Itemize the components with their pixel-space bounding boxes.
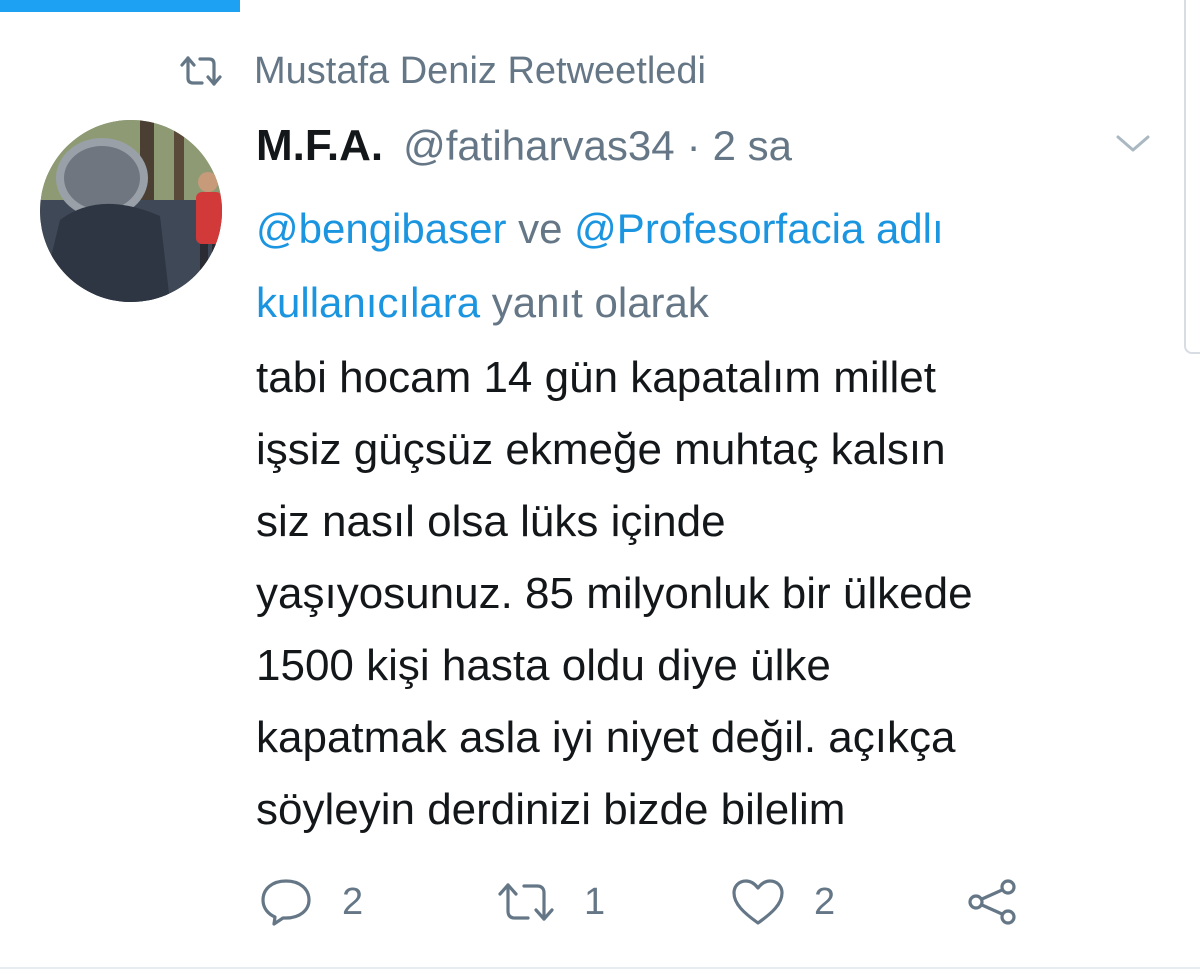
- retweet-icon: [178, 54, 224, 88]
- reply-tail: yanıt olarak: [491, 279, 709, 326]
- tweet-text-line: tabi hocam 14 gün kapatalım millet: [256, 353, 936, 402]
- retweet-button[interactable]: 1: [496, 872, 605, 932]
- tweet-text-line: 1500 kişi hasta oldu diye ülke: [256, 641, 831, 690]
- reply-button[interactable]: 2: [258, 872, 363, 932]
- like-button[interactable]: 2: [730, 872, 835, 932]
- tweet-text-line: işsiz güçsüz ekmeğe muhtaç kalsın: [256, 425, 946, 474]
- tweet-text-line: kapatmak asla iyi niyet değil. açıkça: [256, 713, 956, 762]
- share-icon: [964, 877, 1020, 927]
- divider: [0, 967, 1200, 969]
- author-handle[interactable]: @fatiharvas34: [403, 122, 674, 170]
- retweet-count: 1: [584, 880, 606, 923]
- tweet-header: M.F.A. @fatiharvas34 · 2 sa: [256, 118, 792, 174]
- header-separator: ·: [686, 122, 701, 169]
- reply-icon: [258, 877, 314, 927]
- tweet-text-line: yaşıyosunuz. 85 milyonluk bir ülkede: [256, 569, 973, 618]
- retweet-action-icon: [496, 880, 556, 924]
- share-button[interactable]: [964, 872, 1020, 932]
- mention-link[interactable]: @bengibaser: [256, 205, 506, 252]
- reply-joiner: ve: [518, 205, 563, 252]
- avatar[interactable]: [40, 120, 222, 302]
- tweet-text: tabi hocam 14 gün kapatalım millet işsiz…: [256, 342, 1176, 846]
- reply-context: @bengibaser ve @Profesorfacia adlı kulla…: [256, 192, 1156, 340]
- tweet-text-line: söyleyin derdinizi bizde bilelim: [256, 785, 846, 834]
- heart-icon: [730, 877, 786, 927]
- tweet-text-line: siz nasıl olsa lüks içinde: [256, 497, 726, 546]
- tweet-timestamp[interactable]: 2 sa: [713, 122, 792, 170]
- retweet-context: Mustafa Deniz Retweetledi: [178, 46, 706, 96]
- mention-link[interactable]: @Profesorfacia: [574, 205, 864, 252]
- author-name[interactable]: M.F.A.: [256, 121, 383, 171]
- tweet-actions: 2 1 2: [258, 872, 1038, 932]
- retweeted-by-text[interactable]: Mustafa Deniz Retweetledi: [254, 50, 706, 93]
- loading-progress-bar: [0, 0, 240, 12]
- scrollbar[interactable]: [1184, 0, 1200, 354]
- reply-count: 2: [342, 880, 364, 923]
- like-count: 2: [814, 880, 836, 923]
- chevron-down-icon[interactable]: [1112, 128, 1154, 158]
- tweet-screen: Mustafa Deniz Retweetledi M.F.A. @fatiha…: [0, 0, 1200, 975]
